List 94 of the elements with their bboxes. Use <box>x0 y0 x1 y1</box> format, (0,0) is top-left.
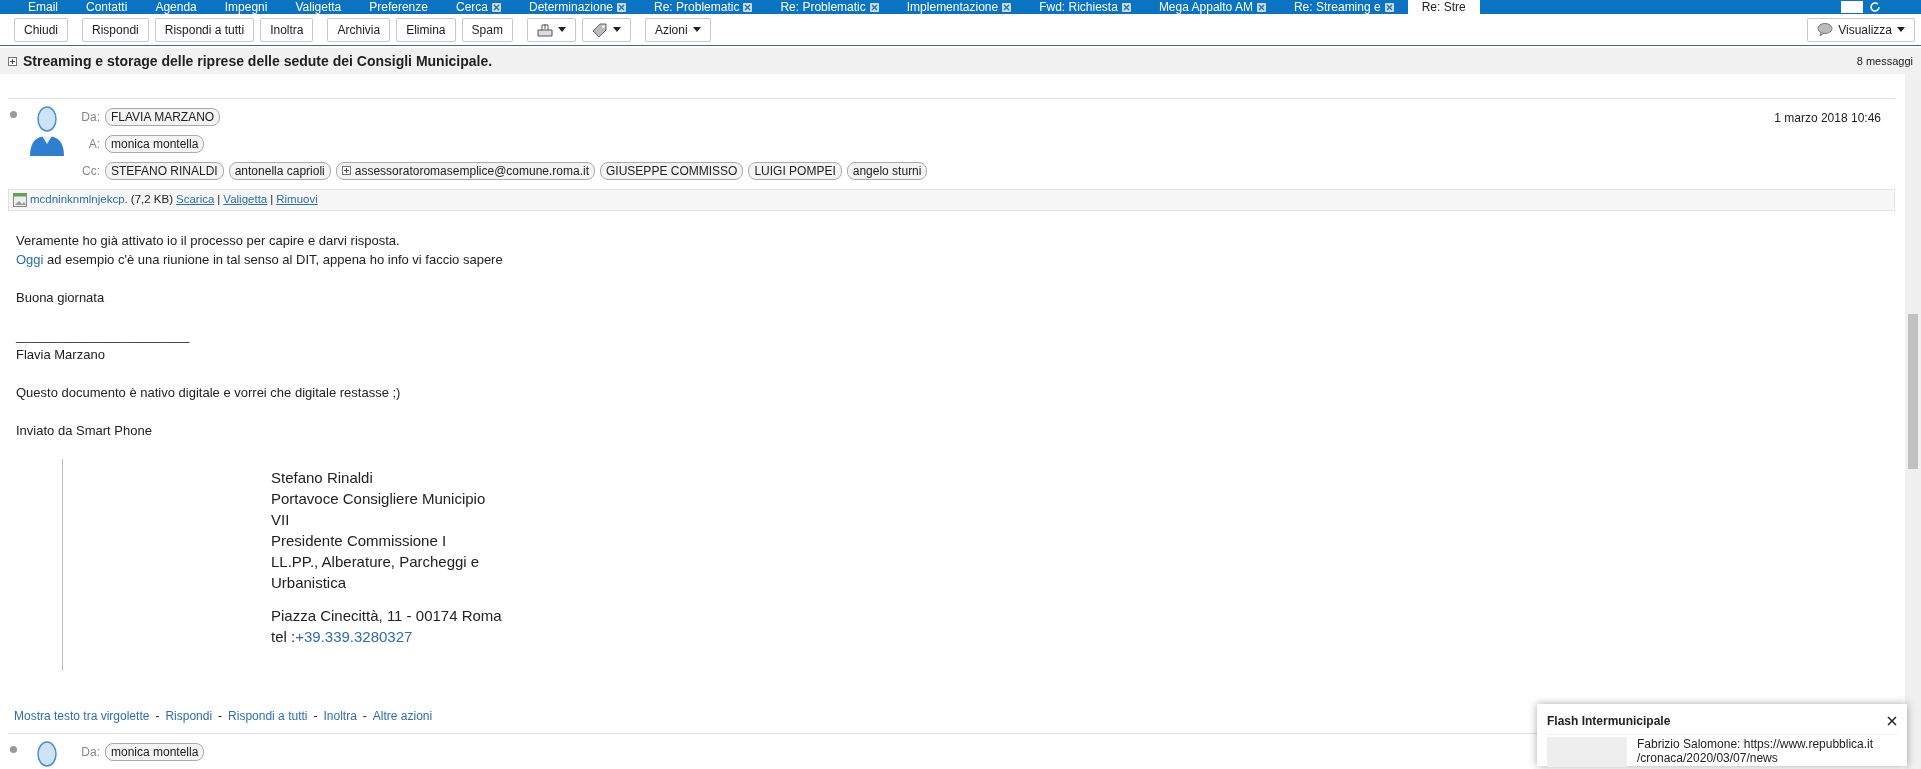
toolbar-button[interactable]: Archivia <box>327 17 391 42</box>
expand-icon[interactable] <box>8 56 17 66</box>
scrollbar-thumb[interactable] <box>1908 314 1918 469</box>
text-line: ________________________ <box>16 327 191 345</box>
person-avatar-icon <box>29 105 65 157</box>
recipient-chip[interactable]: monica montella <box>105 742 205 761</box>
message-action-link[interactable]: Rispondi a tutti <box>228 707 308 725</box>
separator: | <box>217 192 221 208</box>
close-icon[interactable] <box>1887 716 1897 726</box>
actions-menu-button[interactable]: Azioni <box>644 17 711 42</box>
view-menu-button[interactable]: Visualizza <box>1807 17 1915 42</box>
text-line: Stefano Rinaldi <box>271 468 374 488</box>
tab[interactable]: Impegni <box>210 0 282 14</box>
tray-icon <box>536 22 553 37</box>
toolbar-button[interactable]: Spam <box>461 17 513 42</box>
attachment-size: (7,2 KB) <box>130 192 173 208</box>
toolbar-button[interactable]: Rispondi a tutti <box>154 17 255 42</box>
text-line: tel :+39.339.3280327 <box>271 627 414 647</box>
recipient-chip[interactable]: LUIGI POMPEI <box>748 161 842 180</box>
text-line: Inviato da Smart Phone <box>16 422 153 440</box>
field-label: A: <box>87 135 100 153</box>
link[interactable]: Oggi <box>16 252 44 267</box>
caret-icon <box>612 27 621 32</box>
expand-icon[interactable] <box>341 166 351 175</box>
message-count: 8 messaggi <box>1856 53 1913 69</box>
text-line: Portavoce Consigliere Municipio <box>271 489 487 509</box>
tab[interactable]: Contatti <box>72 0 142 14</box>
tag-menu-button[interactable] <box>581 17 631 42</box>
message-action-link[interactable]: Rispondi <box>165 707 213 725</box>
tag-icon <box>591 22 608 37</box>
attachment-link[interactable]: Scarica <box>176 191 215 209</box>
field-label: Da: <box>80 743 100 761</box>
tab[interactable]: Preferenze <box>355 0 442 14</box>
notification-text: /cronaca/2020/03/07/news <box>1637 751 1779 765</box>
toolbar-button[interactable]: Inoltra <box>260 17 314 42</box>
recipient-chip[interactable]: antonella caprioli <box>228 161 331 180</box>
tab[interactable]: Mega Appalto AM <box>1144 0 1280 14</box>
link[interactable]: +39.339.3280327 <box>295 628 413 645</box>
tab[interactable]: Re: Problematic <box>640 0 767 14</box>
tab[interactable]: Fwd: Richiesta <box>1025 0 1145 14</box>
field-label: Da: <box>80 108 100 126</box>
text-line: Buona giornata <box>16 289 106 307</box>
recipient-chip[interactable]: FLAVIA MARZANO <box>105 107 221 126</box>
tab[interactable]: Agenda <box>141 0 211 14</box>
search-field[interactable] <box>1841 1 1863 13</box>
speech-bubble-icon <box>1817 23 1834 36</box>
field-label: Cc: <box>81 162 100 180</box>
caret-icon <box>557 27 566 32</box>
scrollbar[interactable] <box>1905 74 1921 769</box>
text-line: Piazza Cinecittà, 11 - 00174 Roma <box>271 606 503 626</box>
caret-icon <box>1897 27 1905 32</box>
text-line: LL.PP., Alberature, Parcheggi e <box>271 552 481 572</box>
notification-title: Flash Intermunicipale <box>1547 713 1671 730</box>
tab[interactable]: Implementazione <box>892 0 1026 14</box>
text-line: Questo documento è nativo digitale e vorrei che digitale restasse ;) <box>16 384 402 402</box>
image-file-icon <box>13 193 27 207</box>
toolbar-button[interactable]: Rispondi <box>82 17 149 42</box>
separator: - <box>218 708 223 725</box>
conversation-subject: Streaming e storage delle riprese delle sedute dei Consigli Municipale. <box>23 51 493 71</box>
text-line: Veramente ho già attivato io il processo per capire e darvi risposta. <box>16 232 401 250</box>
tab[interactable]: Valigetta <box>281 0 356 14</box>
message-action-link[interactable]: Inoltra <box>323 707 357 725</box>
toolbar-button[interactable]: Chiudi <box>14 17 69 42</box>
recipient-chip[interactable]: assessoratoromasemplice@comune.roma.it <box>335 161 596 180</box>
recipient-chip[interactable]: GIUSEPPE COMMISSO <box>600 161 744 180</box>
caret-icon <box>692 27 701 32</box>
message-action-link[interactable]: Mostra testo tra virgolette <box>14 707 150 725</box>
text-line: VII <box>271 510 291 530</box>
toolbar-button[interactable]: Elimina <box>396 17 456 42</box>
text-line: Presidente Commissione I <box>271 531 448 551</box>
tab[interactable]: Email <box>14 0 72 14</box>
text-line: Urbanistica <box>271 573 348 593</box>
refresh-icon[interactable] <box>1869 1 1881 13</box>
attachment-name[interactable]: mcdninknmlnjekcp. <box>30 191 128 209</box>
tab[interactable]: Re: Streaming e <box>1279 0 1408 14</box>
separator: - <box>362 708 367 725</box>
tab[interactable]: Determinazione <box>515 0 641 14</box>
tab[interactable]: Re: Stre <box>1407 0 1480 14</box>
notification-text: Fabrizio Salomone: https://www.repubblica.it <box>1637 737 1874 751</box>
text-line: Oggi ad esempio c'è una riunione in tal senso al DIT, appena ho info vi faccio sapere <box>16 251 504 269</box>
tab[interactable]: Cerca <box>441 0 515 14</box>
message-date: 1 marzo 2018 10:46 <box>1774 110 1881 127</box>
separator: - <box>313 708 318 725</box>
text-line: Flavia Marzano <box>16 346 106 364</box>
move-menu-button[interactable] <box>526 17 576 42</box>
attachment-link[interactable]: Rimuovi <box>276 191 318 209</box>
separator: | <box>270 192 274 208</box>
recipient-chip[interactable]: monica montella <box>105 134 205 153</box>
recipient-chip[interactable]: angelo sturni <box>846 161 928 180</box>
message-action-link[interactable]: Altre azioni <box>372 707 433 725</box>
recipient-chip[interactable]: STEFANO RINALDI <box>105 161 224 180</box>
separator: - <box>155 708 160 725</box>
tab[interactable]: Re: Problematic <box>766 0 893 14</box>
attachment-link[interactable]: Valigetta <box>223 191 268 209</box>
